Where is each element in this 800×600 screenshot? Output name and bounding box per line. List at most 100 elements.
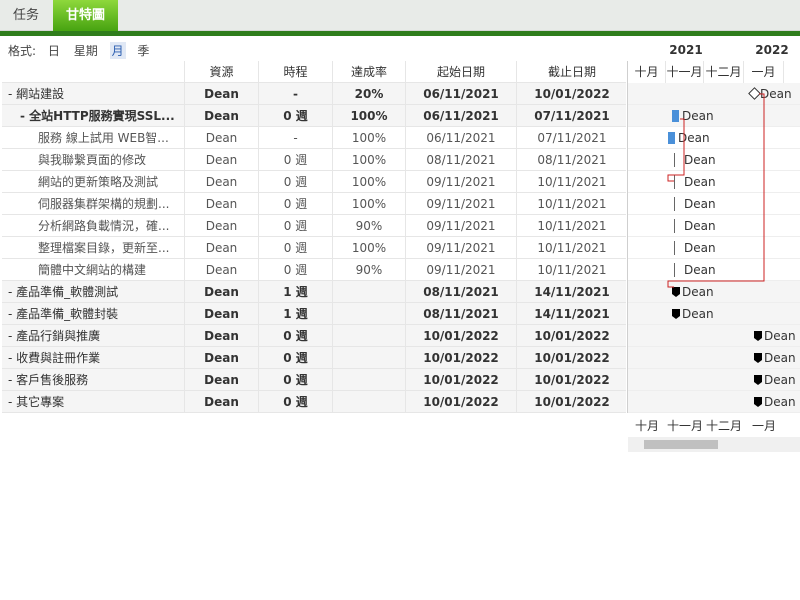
task-start: 06/11/2021 (406, 127, 517, 149)
task-duration: 0 週 (259, 325, 333, 347)
task-bar[interactable] (668, 132, 675, 144)
task-duration: 0 週 (259, 259, 333, 281)
task-bar[interactable] (674, 241, 675, 255)
table-row[interactable]: 服務 線上試用 WEB智... Dean -100% 06/11/2021 07/11/… (2, 127, 628, 149)
table-row[interactable]: - 產品準備_軟體封裝 Dean 1 週 08/11/2021 14/11/2021 (2, 303, 628, 325)
tab-gantt[interactable]: 甘特圖 (53, 0, 118, 31)
task-start: 06/11/2021 (406, 105, 517, 127)
task-resource: Dean (185, 347, 259, 369)
chart-row: Dean (628, 347, 800, 369)
task-bar[interactable] (674, 263, 675, 277)
bar-resource-label: Dean (684, 241, 716, 255)
task-duration: 1 週 (259, 281, 333, 303)
chart-row: Dean (628, 325, 800, 347)
scroll-thumb[interactable] (644, 440, 718, 449)
chart-row: Dean (628, 83, 800, 105)
task-duration: 0 週 (259, 237, 333, 259)
footer-month-jan: 一月 (751, 419, 776, 433)
task-duration: 1 週 (259, 303, 333, 325)
task-start: 09/11/2021 (406, 171, 517, 193)
summary-marker[interactable] (754, 375, 762, 385)
task-end: 10/11/2021 (517, 193, 628, 215)
task-duration: 0 週 (259, 215, 333, 237)
format-label: 格式: (8, 44, 37, 58)
task-bar[interactable] (674, 197, 675, 211)
task-duration: - (259, 83, 333, 105)
task-start: 10/01/2022 (406, 347, 517, 369)
task-percent (333, 303, 406, 325)
chart-row: Dean (628, 259, 800, 281)
table-row[interactable]: - 客戶售後服務 Dean 0 週 10/01/2022 10/01/2022 (2, 369, 628, 391)
task-bar[interactable] (674, 153, 675, 167)
table-row[interactable]: - 產品行銷與推廣 Dean 0 週 10/01/2022 10/01/2022 (2, 325, 628, 347)
chart-row: Dean (628, 303, 800, 325)
task-name: 簡體中文網站的構建 (2, 259, 185, 281)
table-row[interactable]: - 全站HTTP服務實現SSL... Dean 0 週 100% 06/11/2021 0… (2, 105, 628, 127)
task-resource: Dean (185, 171, 259, 193)
table-row[interactable]: 伺服器集群架構的規劃... Dean 0 週 100% 09/11/2021 10/11/… (2, 193, 628, 215)
table-row[interactable]: 整理檔案目錄，更新至... Dean 0 週 100% 09/11/2021 10/11/… (2, 237, 628, 259)
milestone-marker[interactable] (748, 87, 761, 100)
task-duration: 0 週 (259, 347, 333, 369)
table-row[interactable]: 簡體中文網站的構建 Dean 0 週 90% 09/11/2021 10/11/2021 (2, 259, 628, 281)
task-name: 與我聯繫頁面的修改 (2, 149, 185, 171)
header-end[interactable]: 截止日期 (517, 61, 628, 83)
tab-tasks[interactable]: 任务 (0, 0, 52, 31)
bar-resource-label: Dean (684, 175, 716, 189)
format-quarter[interactable]: 季 (135, 42, 151, 59)
task-start: 09/11/2021 (406, 193, 517, 215)
task-name: 分析網路負載情況，確... (2, 215, 185, 237)
table-row[interactable]: 與我聯繫頁面的修改 Dean 0 週 100% 08/11/2021 08/11/2021 (2, 149, 628, 171)
task-resource: Dean (185, 193, 259, 215)
task-start: 09/11/2021 (406, 237, 517, 259)
footer-month-nov: 十一月 (666, 419, 703, 433)
task-percent (333, 325, 406, 347)
task-percent: 100% (333, 171, 406, 193)
summary-marker[interactable] (754, 397, 762, 407)
format-day[interactable]: 日 (46, 42, 62, 59)
bar-resource-label: Dean (764, 329, 796, 343)
header-resource[interactable]: 資源 (185, 61, 259, 83)
summary-marker[interactable] (754, 353, 762, 363)
task-name: 網站的更新策略及測試 (2, 171, 185, 193)
task-resource: Dean (185, 281, 259, 303)
tab-bar: 任务 甘特圖 (0, 0, 800, 31)
format-month[interactable]: 月 (109, 42, 126, 59)
table-row[interactable]: - 網站建設 Dean -20% 06/11/2021 10/01/2022 (2, 83, 628, 105)
task-resource: Dean (185, 259, 259, 281)
task-bar[interactable] (674, 219, 675, 233)
chart-scrollbar[interactable] (628, 437, 800, 452)
month-jan: 一月 (744, 61, 784, 83)
task-percent: 100% (333, 105, 406, 127)
task-percent (333, 347, 406, 369)
task-name: 整理檔案目錄，更新至... (2, 237, 185, 259)
task-start: 10/01/2022 (406, 325, 517, 347)
task-duration: 0 週 (259, 171, 333, 193)
header-percent[interactable]: 達成率 (333, 61, 406, 83)
summary-marker[interactable] (754, 331, 762, 341)
task-end: 10/01/2022 (517, 83, 628, 105)
task-bar[interactable] (674, 175, 675, 189)
task-duration: 0 週 (259, 369, 333, 391)
task-percent: 100% (333, 149, 406, 171)
task-bar[interactable] (672, 110, 679, 122)
task-percent: 100% (333, 193, 406, 215)
summary-marker[interactable] (672, 309, 680, 319)
year-2021: 2021 (669, 43, 703, 57)
header-duration[interactable]: 時程 (259, 61, 333, 83)
task-start: 08/11/2021 (406, 149, 517, 171)
task-name: - 網站建設 (2, 83, 185, 105)
task-resource: Dean (185, 127, 259, 149)
chart-row: Dean (628, 391, 800, 413)
table-row[interactable]: - 產品準備_軟體測試 Dean 1 週 08/11/2021 14/11/2021 (2, 281, 628, 303)
format-week[interactable]: 星期 (72, 42, 100, 59)
table-row[interactable]: - 其它專案 Dean 0 週 10/01/2022 10/01/2022 (2, 391, 628, 413)
table-row[interactable]: - 收費與註冊作業 Dean 0 週 10/01/2022 10/01/2022 (2, 347, 628, 369)
table-row[interactable]: 分析網路負載情況，確... Dean 0 週 90% 09/11/2021 10/11/2… (2, 215, 628, 237)
table-row[interactable]: 網站的更新策略及測試 Dean 0 週 100% 09/11/2021 10/11/202… (2, 171, 628, 193)
task-start: 08/11/2021 (406, 281, 517, 303)
summary-marker[interactable] (672, 287, 680, 297)
header-start[interactable]: 起始日期 (406, 61, 517, 83)
chart-row: Dean (628, 281, 800, 303)
task-percent: 90% (333, 259, 406, 281)
